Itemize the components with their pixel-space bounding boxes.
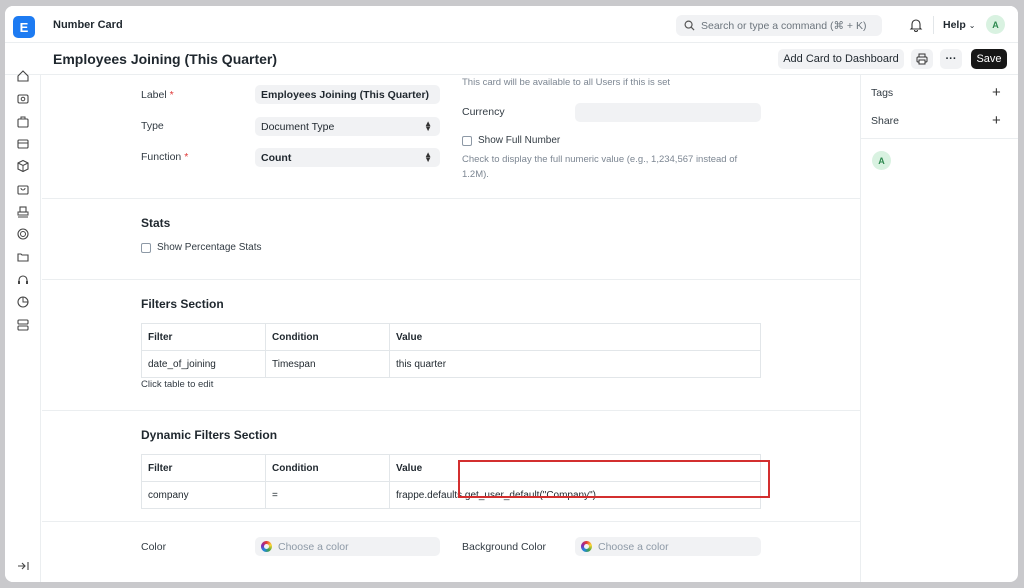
table-cell[interactable]: =: [265, 481, 390, 509]
share-label: Share: [871, 115, 900, 127]
panel-divider: [861, 138, 1018, 139]
type-select[interactable]: Document Type ▲ ▼: [255, 117, 440, 136]
table-cell[interactable]: company: [141, 481, 266, 509]
page-title: Employees Joining (This Quarter): [53, 51, 278, 67]
database-icon[interactable]: [16, 318, 30, 332]
availability-note: This card will be available to all Users…: [462, 77, 671, 88]
form-body: Label * Employees Joining (This Quarter)…: [42, 75, 860, 582]
help-menu[interactable]: Help ⌄: [943, 19, 975, 31]
table-header-cell: Condition: [265, 323, 390, 351]
add-tag-icon[interactable]: +: [992, 85, 1001, 100]
color-field-label: Color: [141, 541, 167, 553]
save-button[interactable]: Save: [971, 49, 1007, 69]
app-title: Number Card: [53, 19, 123, 31]
app-window: E Number Card Search or type a command (…: [5, 6, 1018, 582]
search-icon: [684, 20, 695, 31]
filters-section-title: Filters Section: [141, 297, 224, 311]
section-divider: [42, 279, 860, 280]
show-percentage-stats-label: Show Percentage Stats: [157, 242, 262, 253]
show-full-number-label: Show Full Number: [478, 135, 561, 146]
section-divider: [42, 410, 860, 411]
tags-label: Tags: [871, 87, 894, 99]
table-header-cell: Filter: [141, 323, 266, 351]
help-label: Help: [943, 19, 966, 31]
navbar-divider: [933, 16, 934, 34]
table-header-cell: Filter: [141, 454, 266, 482]
function-field-label: Function *: [141, 151, 189, 163]
background-color-placeholder: Choose a color: [598, 540, 669, 553]
print-button[interactable]: [911, 49, 933, 69]
more-actions-button[interactable]: ···: [940, 49, 962, 69]
color-placeholder: Choose a color: [278, 540, 349, 553]
background-color-field-label: Background Color: [462, 541, 547, 553]
stats-section-title: Stats: [141, 216, 171, 230]
notification-bell-icon[interactable]: [909, 18, 923, 32]
assigned-user-avatar[interactable]: A: [872, 151, 891, 170]
target-icon[interactable]: [16, 227, 30, 241]
briefcase-icon[interactable]: [16, 115, 30, 129]
table-header-cell: Condition: [265, 454, 390, 482]
user-avatar[interactable]: A: [986, 15, 1005, 34]
search-placeholder: Search or type a command (⌘ + K): [701, 19, 867, 32]
page-header: Employees Joining (This Quarter) Add Car…: [5, 43, 1018, 75]
currency-input[interactable]: [575, 103, 761, 122]
chevron-down-icon: ⌄: [968, 21, 976, 30]
section-divider: [42, 198, 860, 199]
table-header-row: Filter Condition Value: [141, 323, 761, 351]
folder-icon[interactable]: [16, 250, 30, 264]
currency-field-label: Currency: [462, 106, 505, 118]
type-field-label: Type: [141, 120, 164, 132]
search-bar[interactable]: Search or type a command (⌘ + K): [676, 15, 882, 36]
table-header-cell: Value: [389, 323, 761, 351]
dynamic-filters-section-title: Dynamic Filters Section: [141, 428, 278, 442]
top-navbar: E Number Card Search or type a command (…: [5, 6, 1018, 43]
background-color-picker-input[interactable]: Choose a color: [575, 537, 761, 556]
bag-icon[interactable]: [16, 182, 30, 196]
select-caret-icon: ▲ ▼: [424, 119, 432, 133]
pie-chart-icon[interactable]: [16, 295, 30, 309]
home-icon[interactable]: [16, 69, 30, 83]
add-card-to-dashboard-button[interactable]: Add Card to Dashboard: [778, 49, 904, 69]
color-wheel-icon: [581, 541, 592, 552]
headset-icon[interactable]: [16, 273, 30, 287]
left-sidebar: [5, 70, 41, 582]
table-cell[interactable]: this quarter: [389, 350, 761, 378]
table-edit-hint: Click table to edit: [141, 379, 214, 390]
color-picker-input[interactable]: Choose a color: [255, 537, 440, 556]
function-select[interactable]: Count ▲ ▼: [255, 148, 440, 167]
table-cell[interactable]: Timespan: [265, 350, 390, 378]
select-caret-icon: ▲ ▼: [424, 150, 432, 164]
printer-icon: [916, 53, 928, 65]
app-logo[interactable]: E: [13, 16, 35, 38]
label-field-label: Label *: [141, 89, 174, 101]
function-select-value: Count: [261, 151, 292, 164]
show-full-number-checkbox[interactable]: [462, 136, 472, 146]
table-cell[interactable]: date_of_joining: [141, 350, 266, 378]
section-divider: [42, 521, 860, 522]
show-percentage-stats-checkbox[interactable]: [141, 243, 151, 253]
label-input[interactable]: Employees Joining (This Quarter): [255, 85, 440, 104]
color-wheel-icon: [261, 541, 272, 552]
type-select-value: Document Type: [261, 120, 335, 133]
cube-icon[interactable]: [16, 159, 30, 173]
add-share-icon[interactable]: +: [992, 113, 1001, 128]
filters-table[interactable]: Filter Condition Value date_of_joining T…: [141, 323, 761, 378]
show-full-number-help: Check to display the full numeric value …: [462, 154, 738, 180]
table-row[interactable]: date_of_joining Timespan this quarter: [141, 350, 761, 378]
background-color-highlight-box: [458, 460, 770, 498]
credit-card-icon[interactable]: [16, 137, 30, 151]
card-icon[interactable]: [16, 92, 30, 106]
collapse-sidebar-icon[interactable]: [16, 559, 30, 573]
stamp-icon[interactable]: [16, 205, 30, 219]
right-sidebar: Tags + Share + A: [860, 75, 1018, 582]
